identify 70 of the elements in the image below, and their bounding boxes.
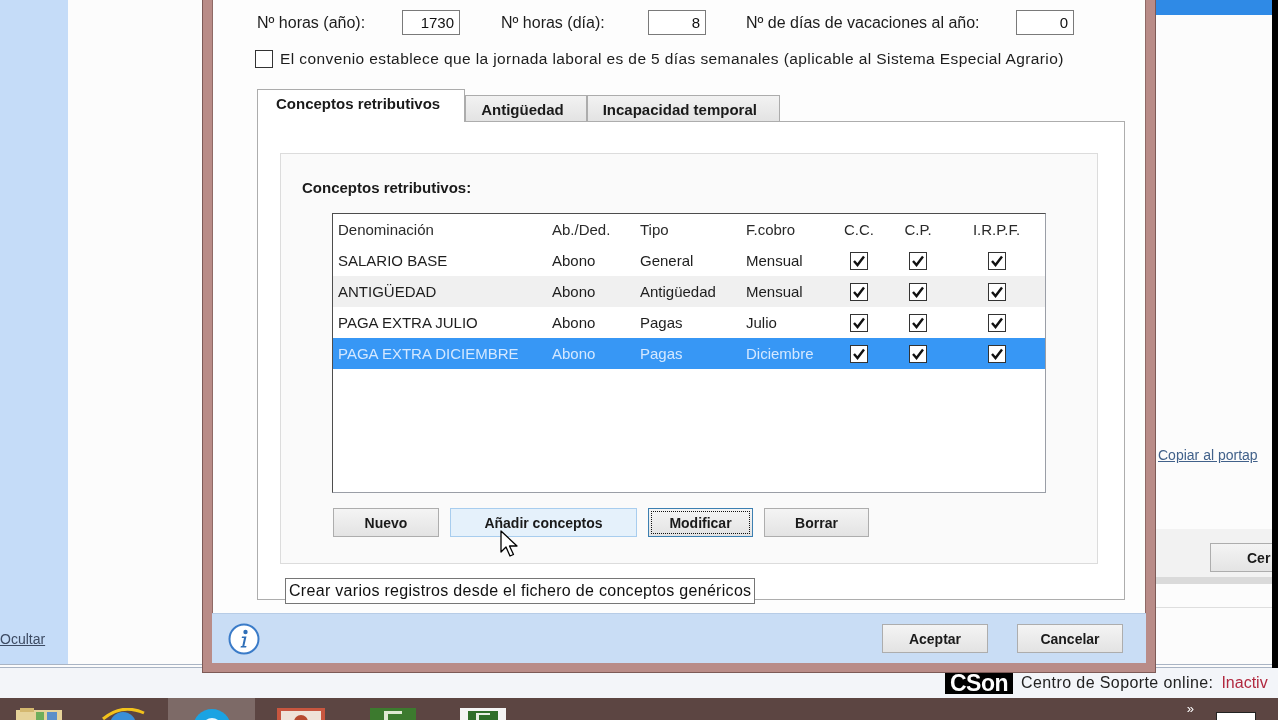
column-header[interactable]: F.cobro xyxy=(746,221,796,238)
table-cell: SALARIO BASE xyxy=(338,252,448,269)
column-header[interactable]: Tipo xyxy=(640,221,669,238)
table-cell: Mensual xyxy=(746,252,803,269)
table-cell: PAGA EXTRA DICIEMBRE xyxy=(338,345,519,362)
column-header[interactable]: Ab./Ded. xyxy=(552,221,611,238)
checkbox[interactable] xyxy=(850,282,868,301)
hide-link[interactable]: Ocultar xyxy=(0,631,46,648)
table-cell: Antigüedad xyxy=(640,283,716,300)
hours-per-day-field[interactable]: 8 xyxy=(648,10,706,35)
action-button[interactable]: Modificar xyxy=(648,508,753,537)
column-header[interactable]: C.P. xyxy=(904,221,932,238)
checkbox[interactable] xyxy=(987,344,1006,363)
table-cell: Abono xyxy=(552,283,596,300)
tab[interactable]: Incapacidad temporal xyxy=(586,95,780,121)
action-button[interactable]: Añadir conceptos xyxy=(450,508,637,537)
browser-icon[interactable] xyxy=(99,708,146,720)
checkbox[interactable] xyxy=(850,313,868,332)
column-header[interactable]: C.C. xyxy=(844,221,874,238)
checkbox[interactable] xyxy=(909,282,927,301)
overflow-button[interactable]: » xyxy=(1186,698,1194,720)
app-icon[interactable] xyxy=(369,708,416,720)
table-cell: Pagas xyxy=(640,314,683,331)
checkbox[interactable] xyxy=(850,251,868,270)
status-value: Inactiv xyxy=(1221,674,1268,692)
app-icon[interactable] xyxy=(460,708,506,720)
checkbox[interactable] xyxy=(987,313,1006,332)
column-header[interactable]: Denominación xyxy=(338,221,434,238)
vacation-days-field[interactable]: 0 xyxy=(1016,10,1074,35)
table-cell: ANTIGÜEDAD xyxy=(338,283,437,300)
table-cell: Abono xyxy=(552,314,596,331)
action-button[interactable]: Borrar xyxy=(764,508,869,537)
field-label: Nº de días de vacaciones al año: xyxy=(746,13,981,32)
presentation-icon[interactable] xyxy=(277,708,325,720)
hours-per-year-field[interactable]: 1730 xyxy=(402,10,460,35)
table-cell: Abono xyxy=(552,345,596,362)
cut-off-button[interactable]: Cer xyxy=(1210,543,1272,572)
table-row[interactable]: ANTIGÜEDAD Abono Antigüedad Mensual xyxy=(333,276,1045,307)
table-cell: PAGA EXTRA JULIO xyxy=(338,314,478,331)
column-header[interactable]: I.R.P.F. xyxy=(972,221,1021,238)
tab[interactable]: Antigüedad xyxy=(465,95,587,121)
checkbox-label: El convenio establece que la jornada laboral es de 5 días semanales (aplicable al Sistema Especial Agrario) xyxy=(280,50,1064,68)
checkbox[interactable] xyxy=(987,251,1006,270)
logo: CSon xyxy=(945,672,1014,694)
group-title: Conceptos retributivos: xyxy=(302,179,472,197)
folder-icon[interactable] xyxy=(15,708,62,720)
checkbox[interactable] xyxy=(909,251,927,270)
cursor-icon xyxy=(500,530,520,558)
table-cell: Abono xyxy=(552,252,596,269)
footer-button[interactable]: Aceptar xyxy=(882,624,988,653)
field-label: Nº horas (día): xyxy=(501,13,606,32)
checkbox[interactable] xyxy=(987,282,1006,301)
table-cell: Julio xyxy=(746,314,777,331)
tab[interactable]: Conceptos retributivos xyxy=(257,89,466,122)
table-cell: Diciembre xyxy=(746,345,814,362)
field-label: Nº horas (año): xyxy=(257,13,367,32)
tooltip: Crear varios registros desde el fichero de conceptos genéricos xyxy=(285,578,756,604)
checkbox[interactable] xyxy=(909,344,927,363)
checkbox[interactable] xyxy=(255,50,273,68)
checkbox[interactable] xyxy=(850,344,868,363)
tray-icon[interactable] xyxy=(1216,712,1256,720)
table-cell: General xyxy=(640,252,694,269)
table-cell: Pagas xyxy=(640,345,683,362)
status-label: Centro de Soporte online: xyxy=(1021,674,1214,692)
table-cell: Mensual xyxy=(746,283,803,300)
copy-link[interactable]: Copiar al portap xyxy=(1158,447,1258,464)
action-button[interactable]: Nuevo xyxy=(333,508,439,537)
footer-button[interactable]: Cancelar xyxy=(1017,624,1123,653)
info-icon xyxy=(228,622,260,655)
checkbox[interactable] xyxy=(909,313,927,332)
